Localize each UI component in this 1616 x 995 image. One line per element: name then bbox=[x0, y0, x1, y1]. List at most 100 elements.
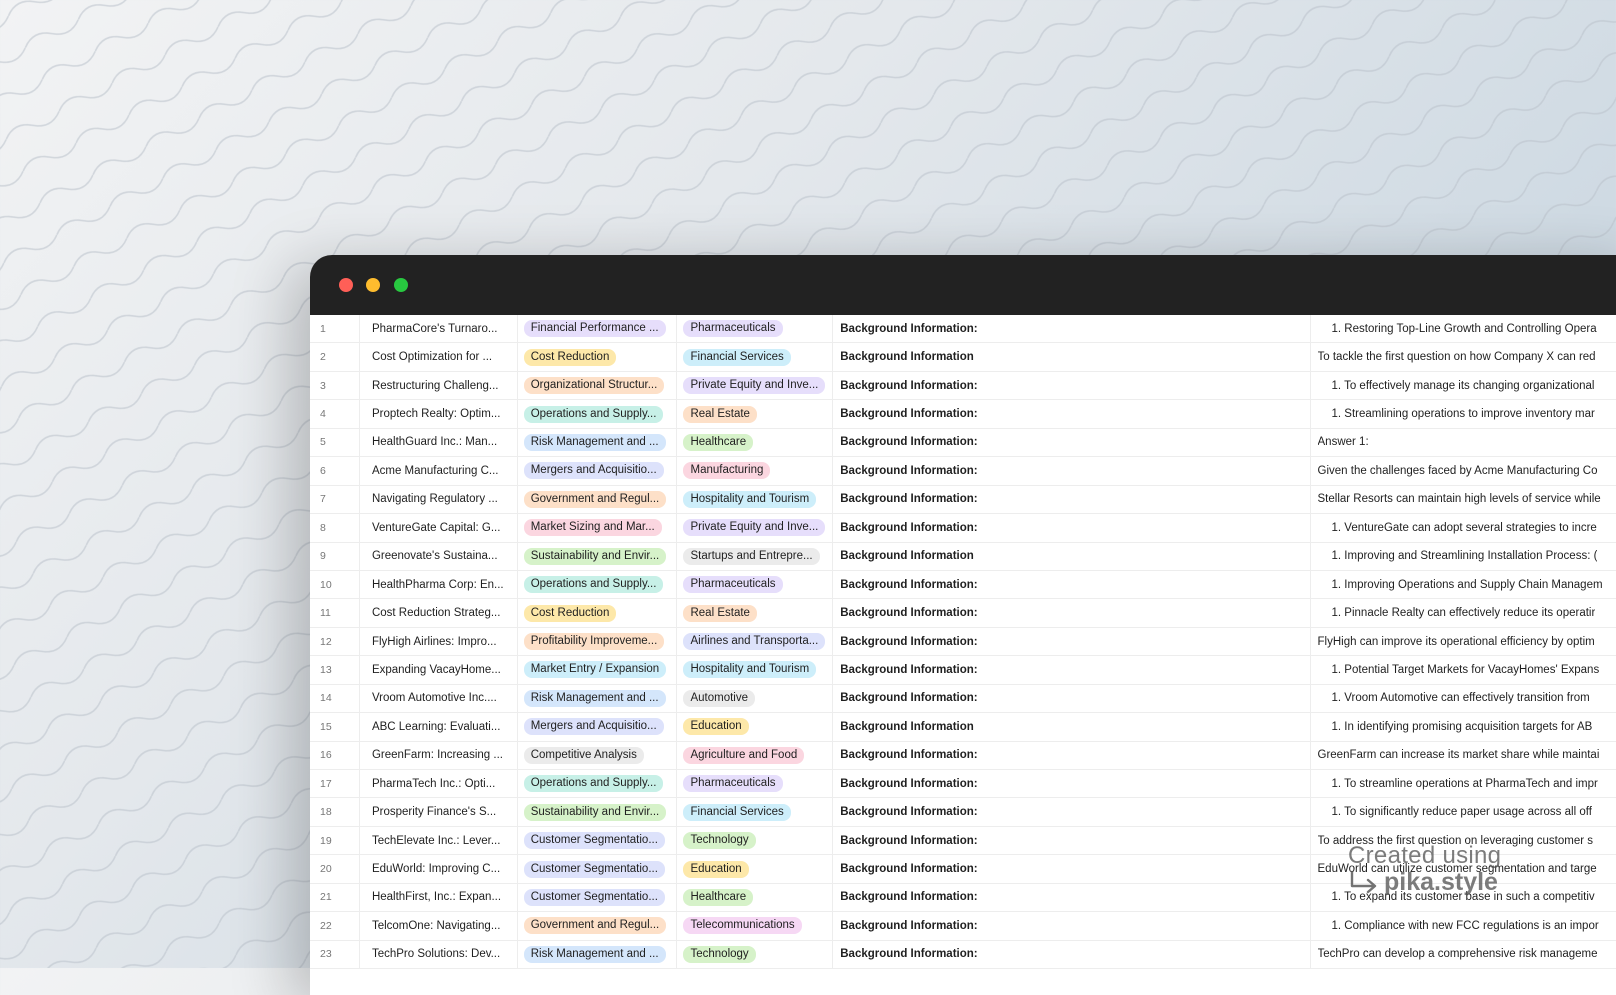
case-title-cell[interactable]: FlyHigh Airlines: Impro... bbox=[360, 627, 518, 656]
case-title-cell[interactable]: PharmaTech Inc.: Opti... bbox=[360, 770, 518, 798]
industry-cell[interactable]: Startups and Entrepre... bbox=[677, 542, 834, 570]
industry-cell[interactable]: Healthcare bbox=[677, 883, 834, 912]
category-cell[interactable]: Risk Management and ... bbox=[518, 940, 678, 969]
category-cell[interactable]: Cost Reduction bbox=[518, 343, 678, 371]
minimize-window-button[interactable] bbox=[366, 278, 380, 292]
background-cell[interactable]: Background Information: bbox=[833, 940, 1311, 969]
background-cell[interactable]: Background Information bbox=[833, 343, 1311, 371]
industry-cell[interactable]: Manufacturing bbox=[677, 457, 834, 485]
background-cell[interactable]: Background Information: bbox=[833, 457, 1311, 485]
industry-cell[interactable]: Real Estate bbox=[677, 599, 834, 627]
category-cell[interactable]: Competitive Analysis bbox=[518, 741, 678, 769]
category-cell[interactable]: Customer Segmentatio... bbox=[518, 826, 678, 855]
table-row[interactable]: 2 Cost Optimization for ... Cost Reducti… bbox=[310, 343, 1616, 372]
industry-cell[interactable]: Financial Services bbox=[677, 798, 834, 826]
industry-cell[interactable]: Real Estate bbox=[677, 400, 834, 428]
background-cell[interactable]: Background Information: bbox=[833, 627, 1311, 656]
case-title-cell[interactable]: Prosperity Finance's S... bbox=[360, 798, 518, 826]
background-cell[interactable]: Background Information: bbox=[833, 656, 1311, 684]
industry-cell[interactable]: Private Equity and Inve... bbox=[677, 514, 834, 542]
case-title-cell[interactable]: Acme Manufacturing C... bbox=[360, 457, 518, 485]
category-cell[interactable]: Government and Regul... bbox=[518, 485, 678, 514]
industry-cell[interactable]: Automotive bbox=[677, 684, 834, 713]
background-cell[interactable]: Background Information: bbox=[833, 798, 1311, 826]
background-cell[interactable]: Background Information: bbox=[833, 599, 1311, 627]
table-row[interactable]: 1 PharmaCore's Turnaro... Financial Perf… bbox=[310, 315, 1616, 344]
table-row[interactable]: 11 Cost Reduction Strateg... Cost Reduct… bbox=[310, 599, 1616, 628]
table-row[interactable]: 16 GreenFarm: Increasing ... Competitive… bbox=[310, 741, 1616, 770]
background-cell[interactable]: Background Information: bbox=[833, 514, 1311, 542]
category-cell[interactable]: Government and Regul... bbox=[518, 912, 678, 940]
answer-cell[interactable]: Given the challenges faced by Acme Manuf… bbox=[1311, 457, 1616, 484]
table-row[interactable]: 17 PharmaTech Inc.: Opti... Operations a… bbox=[310, 770, 1616, 799]
case-title-cell[interactable]: PharmaCore's Turnaro... bbox=[360, 315, 518, 343]
case-title-cell[interactable]: Vroom Automotive Inc.... bbox=[360, 684, 518, 713]
industry-cell[interactable]: Hospitality and Tourism bbox=[677, 656, 834, 684]
table-row[interactable]: 15 ABC Learning: Evaluati... Mergers and… bbox=[310, 713, 1616, 742]
background-cell[interactable]: Background Information: bbox=[833, 371, 1311, 400]
answer-cell[interactable]: FlyHigh can improve its operational effi… bbox=[1311, 628, 1616, 655]
table-row[interactable]: 14 Vroom Automotive Inc.... Risk Managem… bbox=[310, 684, 1616, 714]
background-cell[interactable]: Background Information: bbox=[833, 570, 1311, 599]
category-cell[interactable]: Sustainability and Envir... bbox=[518, 542, 678, 570]
case-title-cell[interactable]: TechPro Solutions: Dev... bbox=[360, 940, 518, 969]
table-row[interactable]: 4 Proptech Realty: Optim... Operations a… bbox=[310, 400, 1616, 429]
answer-cell[interactable]: 1. To effectively manage its changing or… bbox=[1311, 372, 1616, 399]
industry-cell[interactable]: Agriculture and Food bbox=[677, 741, 834, 769]
background-cell[interactable]: Background Information: bbox=[833, 883, 1311, 912]
category-cell[interactable]: Financial Performance ... bbox=[518, 315, 678, 343]
category-cell[interactable]: Cost Reduction bbox=[518, 599, 678, 627]
category-cell[interactable]: Risk Management and ... bbox=[518, 684, 678, 713]
case-title-cell[interactable]: Cost Reduction Strateg... bbox=[360, 599, 518, 627]
table-row[interactable]: 5 HealthGuard Inc.: Man... Risk Manageme… bbox=[310, 428, 1616, 458]
table-row[interactable]: 9 Greenovate's Sustaina... Sustainabilit… bbox=[310, 542, 1616, 571]
table-row[interactable]: 8 VentureGate Capital: G... Market Sizin… bbox=[310, 514, 1616, 543]
industry-cell[interactable]: Hospitality and Tourism bbox=[677, 485, 834, 514]
category-cell[interactable]: Operations and Supply... bbox=[518, 570, 678, 599]
table-row[interactable]: 18 Prosperity Finance's S... Sustainabil… bbox=[310, 798, 1616, 827]
answer-cell[interactable]: 1. Pinnacle Realty can effectively reduc… bbox=[1311, 599, 1616, 626]
category-cell[interactable]: Mergers and Acquisitio... bbox=[518, 713, 678, 741]
industry-cell[interactable]: Technology bbox=[677, 940, 834, 969]
category-cell[interactable]: Risk Management and ... bbox=[518, 428, 678, 457]
background-cell[interactable]: Background Information: bbox=[833, 826, 1311, 855]
answer-cell[interactable]: 1. Streamlining operations to improve in… bbox=[1311, 400, 1616, 427]
answer-cell[interactable]: 1. Improving and Streamlining Installati… bbox=[1311, 543, 1616, 570]
category-cell[interactable]: Organizational Structur... bbox=[518, 371, 678, 400]
industry-cell[interactable]: Private Equity and Inve... bbox=[677, 371, 834, 400]
case-title-cell[interactable]: EduWorld: Improving C... bbox=[360, 855, 518, 883]
case-title-cell[interactable]: TechElevate Inc.: Lever... bbox=[360, 826, 518, 855]
case-title-cell[interactable]: VentureGate Capital: G... bbox=[360, 514, 518, 542]
answer-cell[interactable]: 1. Potential Target Markets for VacayHom… bbox=[1311, 656, 1616, 683]
answer-cell[interactable]: 1. To significantly reduce paper usage a… bbox=[1311, 798, 1616, 825]
category-cell[interactable]: Operations and Supply... bbox=[518, 400, 678, 428]
industry-cell[interactable]: Pharmaceuticals bbox=[677, 770, 834, 798]
answer-cell[interactable]: 1. Restoring Top-Line Growth and Control… bbox=[1311, 315, 1616, 342]
case-title-cell[interactable]: Greenovate's Sustaina... bbox=[360, 542, 518, 570]
industry-cell[interactable]: Healthcare bbox=[677, 428, 834, 457]
industry-cell[interactable]: Pharmaceuticals bbox=[677, 570, 834, 599]
category-cell[interactable]: Customer Segmentatio... bbox=[518, 855, 678, 883]
table-row[interactable]: 3 Restructuring Challeng... Organization… bbox=[310, 371, 1616, 401]
case-title-cell[interactable]: HealthFirst, Inc.: Expan... bbox=[360, 883, 518, 912]
category-cell[interactable]: Operations and Supply... bbox=[518, 770, 678, 798]
background-cell[interactable]: Background Information bbox=[833, 542, 1311, 570]
case-title-cell[interactable]: HealthGuard Inc.: Man... bbox=[360, 428, 518, 457]
table-row[interactable]: 7 Navigating Regulatory ... Government a… bbox=[310, 485, 1616, 515]
industry-cell[interactable]: Education bbox=[677, 713, 834, 741]
answer-cell[interactable]: Answer 1: bbox=[1311, 429, 1616, 456]
table-row[interactable]: 12 FlyHigh Airlines: Impro... Profitabil… bbox=[310, 627, 1616, 657]
background-cell[interactable]: Background Information: bbox=[833, 855, 1311, 883]
answer-cell[interactable]: TechPro can develop a comprehensive risk… bbox=[1311, 941, 1616, 968]
background-cell[interactable]: Background Information: bbox=[833, 741, 1311, 769]
category-cell[interactable]: Sustainability and Envir... bbox=[518, 798, 678, 826]
background-cell[interactable]: Background Information: bbox=[833, 428, 1311, 457]
category-cell[interactable]: Market Sizing and Mar... bbox=[518, 514, 678, 542]
industry-cell[interactable]: Airlines and Transporta... bbox=[677, 627, 834, 656]
table-row[interactable]: 13 Expanding VacayHome... Market Entry /… bbox=[310, 656, 1616, 685]
case-title-cell[interactable]: Restructuring Challeng... bbox=[360, 371, 518, 400]
table-row[interactable]: 23 TechPro Solutions: Dev... Risk Manage… bbox=[310, 940, 1616, 970]
answer-cell[interactable]: Stellar Resorts can maintain high levels… bbox=[1311, 486, 1616, 513]
category-cell[interactable]: Mergers and Acquisitio... bbox=[518, 457, 678, 485]
industry-cell[interactable]: Technology bbox=[677, 826, 834, 855]
